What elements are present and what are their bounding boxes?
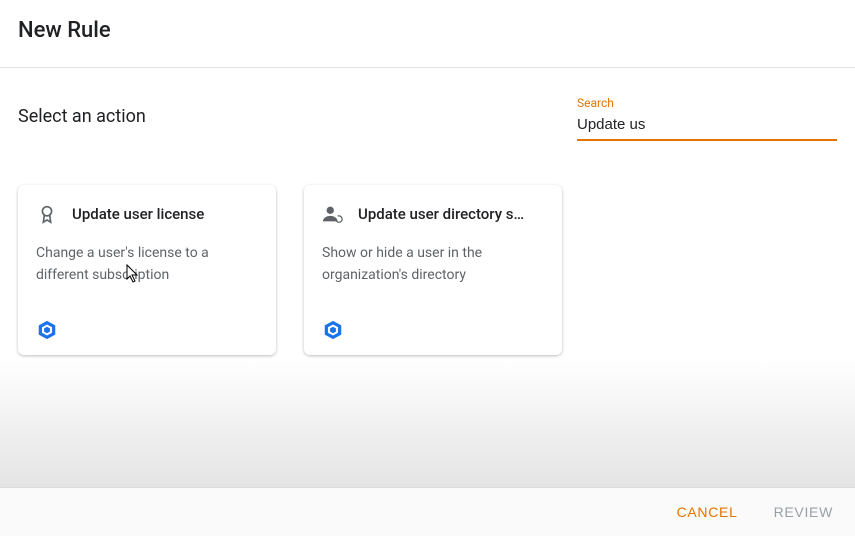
cancel-button[interactable]: CANCEL [673,496,742,528]
card-header: Update user directory s… [322,203,544,225]
section-title: Select an action [18,106,146,127]
footer: CANCEL REVIEW [0,487,855,536]
search-label: Search [577,96,837,110]
card-title: Update user directory s… [358,205,524,223]
admin-hexagon-icon [36,319,58,341]
action-cards: Update user license Change a user's lice… [0,185,855,355]
content-row: Select an action Search [0,68,855,141]
admin-hexagon-icon [322,319,344,341]
search-field[interactable]: Search [577,96,837,141]
card-update-user-directory[interactable]: Update user directory s… Show or hide a … [304,185,562,355]
review-button[interactable]: REVIEW [770,496,837,528]
header: New Rule [0,0,855,68]
gradient-overlay [0,357,855,487]
card-header: Update user license [36,203,258,225]
page-title: New Rule [18,18,837,43]
card-update-user-license[interactable]: Update user license Change a user's lice… [18,185,276,355]
person-sync-icon [322,203,344,225]
card-description: Show or hide a user in the organization'… [322,243,544,286]
badge-icon [36,203,58,225]
card-title: Update user license [72,205,204,223]
card-description: Change a user's license to a different s… [36,243,258,286]
search-input[interactable] [577,112,837,141]
